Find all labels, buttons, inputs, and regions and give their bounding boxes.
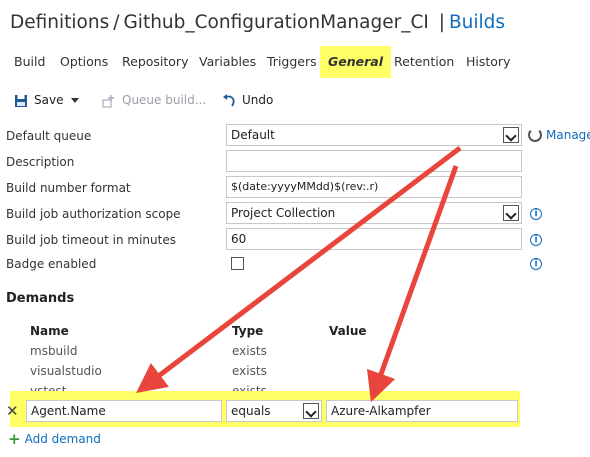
arrow-to-value: [366, 165, 459, 403]
annotation-arrows: [136, 146, 462, 403]
arrow-to-name: [136, 146, 462, 394]
